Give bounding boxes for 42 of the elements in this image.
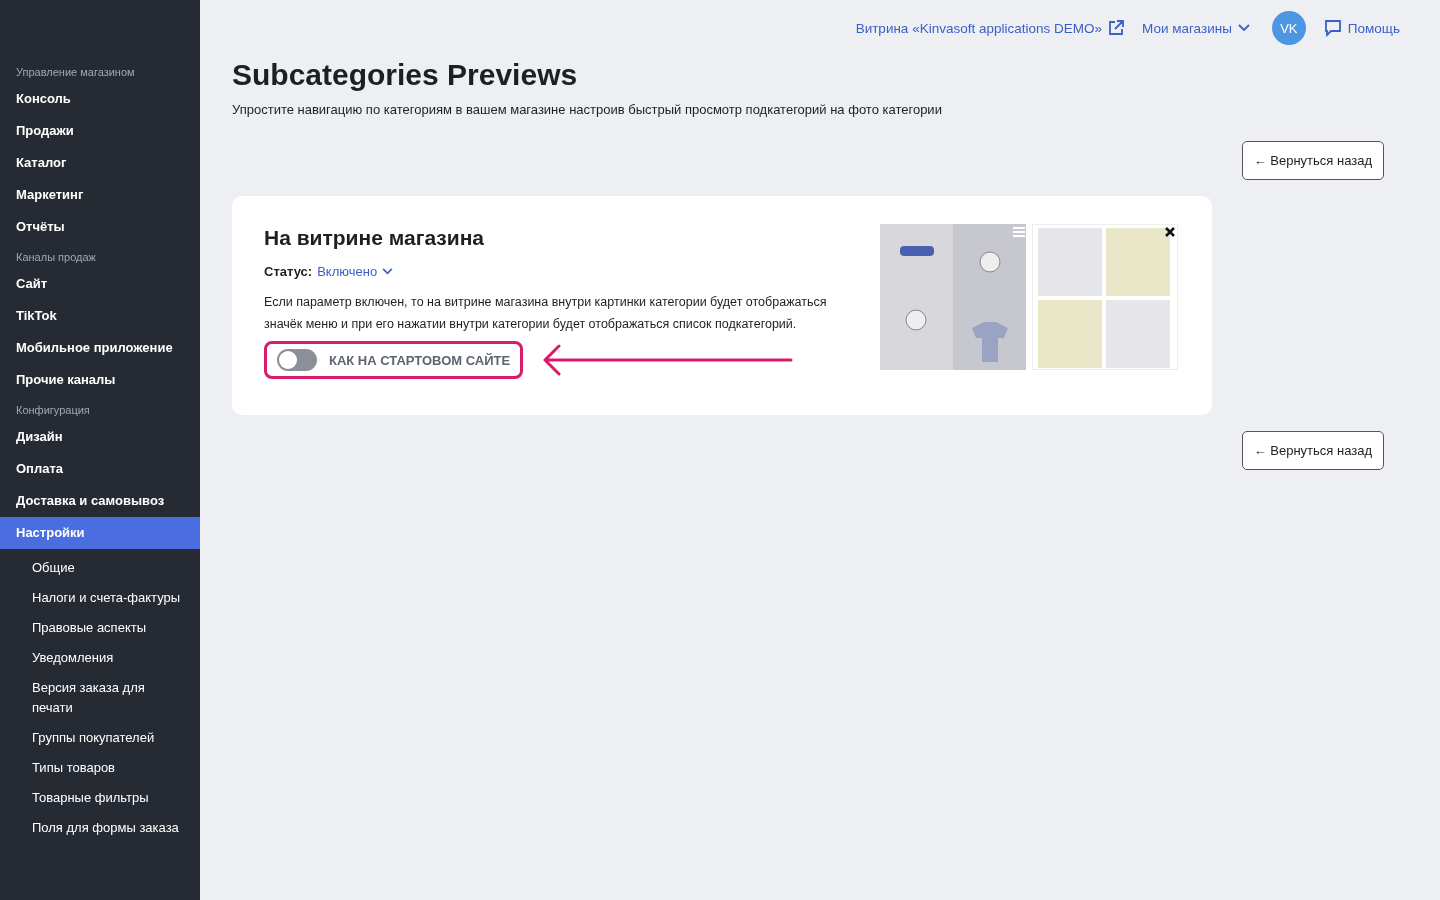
page-description: Упростите навигацию по категориям в вашем магазине настроив быстрый просмотр подкатегорий на фото категории (232, 102, 943, 117)
toggle-switch[interactable] (277, 349, 317, 371)
status-label: Статус: (264, 264, 313, 279)
sidebar-item[interactable]: Маркетинг (0, 179, 200, 211)
sidebar-subitem[interactable]: Типы товаров (0, 753, 200, 783)
sidebar-item[interactable]: Консоль (0, 83, 200, 115)
back-button[interactable]: ← Вернуться назад (1241, 141, 1384, 180)
sidebar-subitem[interactable]: Правовые аспекты (0, 613, 200, 643)
sidebar-item[interactable]: TikTok (0, 300, 200, 332)
sidebar-subitem[interactable]: Поля для формы заказа (0, 813, 200, 843)
card-title: На витрине магазина (264, 226, 486, 250)
chevron-down-icon[interactable] (1237, 24, 1250, 32)
sidebar-subitem[interactable]: Общие (0, 553, 200, 583)
status-dropdown[interactable]: Включено (317, 264, 378, 279)
sidebar-subitem[interactable]: Товарные фильтры (0, 783, 200, 813)
sidebar-section-title: Управление магазином (15, 65, 136, 80)
card-description: Если параметр включен, то на витрине магазина внутри картинки категории будет отображаться значёк меню и при его нажатии внутри категории будет отображаться список подкатегорий. (264, 294, 828, 333)
sidebar-item[interactable]: Прочие каналы (0, 364, 200, 396)
storefront-link[interactable]: Витрина «Kinvasoft applications DEMO» (855, 20, 1102, 36)
sidebar-item[interactable]: Мобильное приложение (0, 332, 200, 364)
back-button[interactable]: ← Вернуться назад (1241, 431, 1384, 470)
sidebar-item[interactable]: Доставка и самовывоз (0, 485, 200, 517)
sidebar-item[interactable]: Дизайн (0, 421, 200, 453)
chat-bubble-icon[interactable] (1323, 19, 1342, 37)
sidebar-section-title: Конфигурация (15, 403, 91, 418)
sidebar-subitem[interactable]: Налоги и счета-фактуры (0, 583, 200, 613)
page-title: Subcategories Previews (232, 58, 579, 92)
sidebar-subitem[interactable]: Версия заказа для печати (0, 673, 200, 723)
sidebar-item[interactable]: Отчёты (0, 211, 200, 243)
sidebar-item[interactable]: Сайт (0, 268, 200, 300)
toggle-label: КАК НА СТАРТОВОМ САЙТЕ (329, 352, 511, 368)
sidebar-item[interactable]: Продажи (0, 115, 200, 147)
sidebar-section-title: Каналы продаж (15, 250, 97, 265)
sidebar-item[interactable]: Оплата (0, 453, 200, 485)
external-link-icon[interactable] (1108, 20, 1124, 36)
sidebar-item[interactable]: Настройки (0, 517, 200, 549)
stores-menu[interactable]: Мои магазины (1142, 20, 1232, 36)
help-link[interactable]: Помощь (1347, 20, 1400, 36)
sidebar-subitem[interactable]: Уведомления (0, 643, 200, 673)
sidebar-subitem[interactable]: Группы покупателей (0, 723, 200, 753)
chevron-down-icon[interactable] (382, 268, 394, 275)
sidebar-item[interactable]: Каталог (0, 147, 200, 179)
